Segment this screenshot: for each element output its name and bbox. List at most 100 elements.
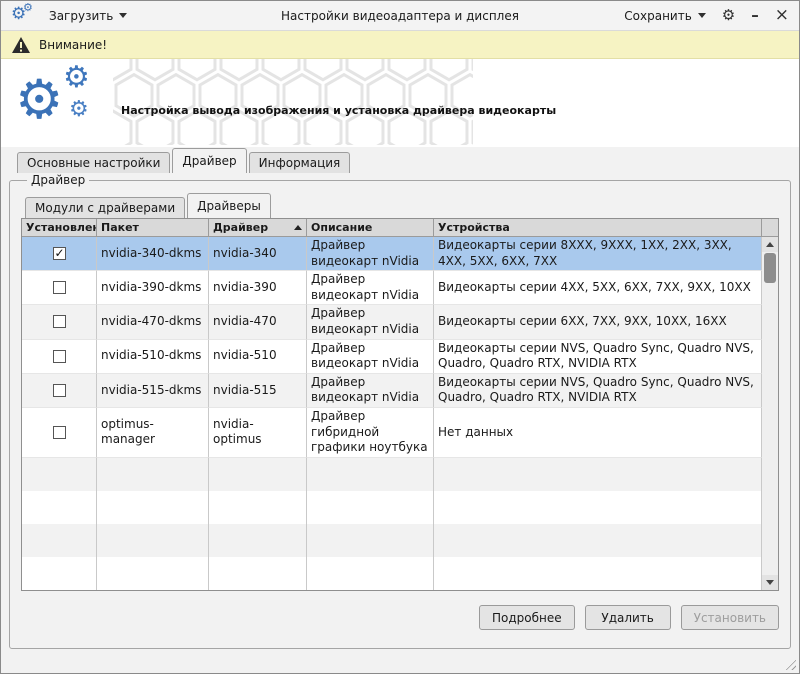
- gear-icon: ⚙: [63, 63, 90, 93]
- scroll-up-button[interactable]: [762, 237, 778, 252]
- empty-rows-area: [22, 458, 762, 590]
- app-logo: ⚙ ⚙ ⚙: [15, 65, 115, 145]
- scrollbar-corner: [762, 219, 778, 237]
- cell-devices: Видеокарты серии NVS, Quadro Sync, Quadr…: [434, 374, 762, 408]
- arrow-up-icon: [766, 242, 774, 247]
- groupbox-label: Драйвер: [27, 173, 89, 187]
- cell-description: Драйвер видеокарт nVidia: [307, 340, 434, 374]
- installed-checkbox[interactable]: [53, 426, 66, 439]
- titlebar-left: ⚙ ⚙ Загрузить: [11, 5, 127, 27]
- cell-installed: [22, 271, 97, 305]
- load-menu-button[interactable]: Загрузить: [49, 9, 127, 23]
- hero-header: ⚙ ⚙ ⚙ Настройка вывода изображения и уст…: [1, 59, 799, 147]
- cell-description: Драйвер видеокарт nVidia: [307, 305, 434, 339]
- table-row[interactable]: nvidia-470-dkms nvidia-470 Драйвер видео…: [22, 305, 762, 339]
- vertical-scrollbar[interactable]: [762, 237, 778, 590]
- app-icon: ⚙ ⚙: [11, 5, 37, 27]
- column-header-driver-label: Драйвер: [213, 221, 268, 234]
- action-buttons: Подробнее Удалить Установить: [21, 605, 779, 630]
- table-row[interactable]: nvidia-515-dkms nvidia-515 Драйвер видео…: [22, 374, 762, 408]
- gear-icon: ⚙: [15, 73, 63, 127]
- cell-installed: [22, 237, 97, 271]
- remove-button[interactable]: Удалить: [585, 605, 671, 630]
- cell-package: optimus-manager: [97, 408, 209, 458]
- table-main: Установлен Пакет Драйвер Описание Устрой…: [22, 219, 762, 590]
- cell-installed: [22, 408, 97, 458]
- cell-installed: [22, 374, 97, 408]
- tab-information[interactable]: Информация: [249, 152, 351, 173]
- cell-description: Драйвер видеокарт nVidia: [307, 374, 434, 408]
- warning-text: Внимание!: [39, 38, 107, 52]
- minimize-button[interactable]: –: [751, 8, 759, 23]
- cell-package: nvidia-390-dkms: [97, 271, 209, 305]
- cell-driver: nvidia-515: [209, 374, 307, 408]
- driver-groupbox: Драйвер Модули с драйверами Драйверы Уст…: [9, 173, 791, 649]
- scroll-down-button[interactable]: [762, 575, 778, 590]
- cell-description: Драйвер гибридной графики ноутбука: [307, 408, 434, 458]
- cell-installed: [22, 305, 97, 339]
- cell-description: Драйвер видеокарт nVidia: [307, 237, 434, 271]
- scrollbar-thumb[interactable]: [764, 253, 776, 283]
- settings-gear-button[interactable]: ⚙: [722, 8, 735, 23]
- cell-devices: Видеокарты серии 8XXX, 9XXX, 1XX, 2XX, 3…: [434, 237, 762, 271]
- cell-driver: nvidia-optimus: [209, 408, 307, 458]
- table-row[interactable]: nvidia-390-dkms nvidia-390 Драйвер видео…: [22, 271, 762, 305]
- details-button[interactable]: Подробнее: [479, 605, 575, 630]
- app-window: Настройки видеоадаптера и дисплея ⚙ ⚙ За…: [0, 0, 800, 674]
- cell-devices: Видеокарты серии 4XX, 5XX, 6XX, 7XX, 9XX…: [434, 271, 762, 305]
- resize-grip[interactable]: [783, 657, 796, 670]
- cell-installed: [22, 340, 97, 374]
- column-header-devices[interactable]: Устройства: [434, 219, 762, 237]
- cell-description: Драйвер видеокарт nVidia: [307, 271, 434, 305]
- sort-ascending-icon: [294, 225, 302, 230]
- cell-package: nvidia-510-dkms: [97, 340, 209, 374]
- column-header-driver[interactable]: Драйвер: [209, 219, 307, 237]
- table-body: nvidia-340-dkms nvidia-340 Драйвер видео…: [22, 237, 762, 590]
- arrow-down-icon: [766, 580, 774, 585]
- warning-banner: Внимание!: [1, 31, 799, 59]
- installed-checkbox[interactable]: [53, 315, 66, 328]
- chevron-down-icon: [119, 13, 127, 18]
- scrollbar-column: [762, 219, 778, 590]
- save-menu-label: Сохранить: [624, 9, 692, 23]
- installed-checkbox[interactable]: [53, 384, 66, 397]
- table-row[interactable]: nvidia-340-dkms nvidia-340 Драйвер видео…: [22, 237, 762, 271]
- cell-devices: Нет данных: [434, 408, 762, 458]
- column-header-package[interactable]: Пакет: [97, 219, 209, 237]
- cell-driver: nvidia-470: [209, 305, 307, 339]
- gear-icon: ⚙: [69, 99, 89, 121]
- installed-checkbox[interactable]: [53, 247, 66, 260]
- tab-driver[interactable]: Драйвер: [172, 148, 246, 173]
- column-header-description[interactable]: Описание: [307, 219, 434, 237]
- cell-package: nvidia-470-dkms: [97, 305, 209, 339]
- install-button[interactable]: Установить: [681, 605, 779, 630]
- hexagon-pattern: [113, 59, 473, 145]
- cell-package: nvidia-340-dkms: [97, 237, 209, 271]
- titlebar-right: Сохранить ⚙ – ×: [624, 7, 789, 24]
- warning-icon: [11, 36, 31, 54]
- tab-driver-modules[interactable]: Модули с драйверами: [25, 197, 185, 218]
- close-button[interactable]: ×: [775, 7, 789, 24]
- table-header: Установлен Пакет Драйвер Описание Устрой…: [22, 219, 762, 237]
- cell-devices: Видеокарты серии 6XX, 7XX, 9XX, 10XX, 16…: [434, 305, 762, 339]
- installed-checkbox[interactable]: [53, 281, 66, 294]
- titlebar: Настройки видеоадаптера и дисплея ⚙ ⚙ За…: [1, 1, 799, 31]
- cell-package: nvidia-515-dkms: [97, 374, 209, 408]
- inner-tab-bar: Модули с драйверами Драйверы: [25, 193, 779, 218]
- cell-driver: nvidia-390: [209, 271, 307, 305]
- column-header-installed[interactable]: Установлен: [22, 219, 97, 237]
- save-menu-button[interactable]: Сохранить: [624, 9, 706, 23]
- scrollbar-track[interactable]: [762, 252, 778, 575]
- tab-drivers[interactable]: Драйверы: [187, 193, 271, 218]
- table-row[interactable]: nvidia-510-dkms nvidia-510 Драйвер видео…: [22, 340, 762, 374]
- gear-icon: ⚙: [23, 2, 33, 13]
- cell-driver: nvidia-510: [209, 340, 307, 374]
- cell-devices: Видеокарты серии NVS, Quadro Sync, Quadr…: [434, 340, 762, 374]
- installed-checkbox[interactable]: [53, 350, 66, 363]
- table-row[interactable]: optimus-manager nvidia-optimus Драйвер г…: [22, 408, 762, 458]
- hero-caption: Настройка вывода изображения и установка…: [121, 104, 556, 117]
- load-menu-label: Загрузить: [49, 9, 113, 23]
- tab-main-settings[interactable]: Основные настройки: [17, 152, 170, 173]
- drivers-table: Установлен Пакет Драйвер Описание Устрой…: [21, 218, 779, 591]
- main-tab-bar: Основные настройки Драйвер Информация: [1, 147, 799, 173]
